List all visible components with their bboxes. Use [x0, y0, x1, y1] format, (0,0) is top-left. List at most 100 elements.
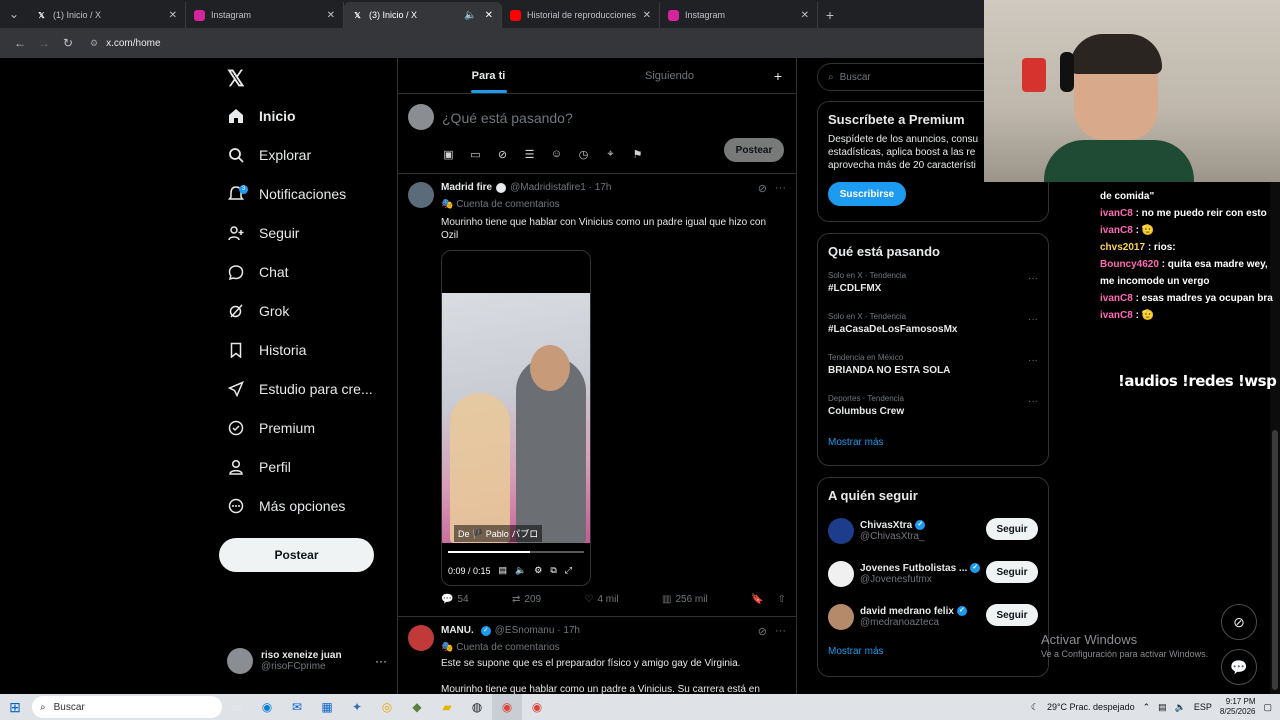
- trend-item[interactable]: Solo en X · Tendencia #LaCasaDeLosFamosos…: [828, 306, 1038, 347]
- share-icon[interactable]: ⇧: [778, 594, 786, 605]
- pip-icon[interactable]: ⧉: [550, 565, 556, 576]
- follow-button[interactable]: Seguir: [986, 518, 1038, 540]
- nav-item-explorar[interactable]: Explorar: [227, 142, 311, 168]
- forward-icon[interactable]: →: [32, 36, 56, 50]
- edge-icon[interactable]: ◉: [252, 694, 282, 720]
- x-logo-icon[interactable]: 𝕏: [227, 66, 245, 92]
- nav-item-chat[interactable]: Chat: [227, 259, 289, 285]
- timestamp[interactable]: 17h: [595, 182, 612, 193]
- timestamp[interactable]: 17h: [563, 625, 580, 636]
- more-icon[interactable]: ···: [775, 625, 786, 638]
- scrollbar-thumb[interactable]: [1272, 430, 1278, 690]
- notifications-icon[interactable]: ▢: [1263, 702, 1272, 713]
- url-field[interactable]: ⚙ x.com/home: [90, 38, 161, 49]
- subscribe-button[interactable]: Suscribirse: [828, 182, 906, 206]
- site-info-icon[interactable]: ⚙: [90, 38, 98, 49]
- gif-icon[interactable]: ▭: [467, 148, 484, 161]
- nav-item-seguir[interactable]: Seguir: [227, 220, 299, 246]
- browser-tab-1[interactable]: Instagram ✕: [186, 2, 344, 28]
- location-icon[interactable]: ⌖: [602, 148, 619, 161]
- repost-button[interactable]: ⇄ 209: [512, 594, 541, 605]
- author-name[interactable]: Madrid fire: [441, 182, 492, 193]
- browser-tab-2[interactable]: 𝕏 (3) Inicio / X 🔈 ✕: [344, 2, 502, 28]
- tab-siguiendo[interactable]: Siguiendo: [579, 58, 760, 93]
- close-icon[interactable]: ✕: [643, 10, 651, 21]
- close-icon[interactable]: ✕: [169, 10, 177, 21]
- tab-search-icon[interactable]: ⌄: [0, 0, 28, 28]
- obs-icon[interactable]: ◍: [462, 694, 492, 720]
- nav-item-notificaciones[interactable]: 3 Notificaciones: [227, 181, 346, 207]
- nav-item-historia[interactable]: Historia: [227, 337, 306, 363]
- follow-suggestion[interactable]: david medrano felix ✓ @medranoazteca Seguir: [828, 595, 1038, 638]
- chevron-up-icon[interactable]: ⌃: [1143, 702, 1151, 713]
- avatar[interactable]: [828, 560, 854, 587]
- more-icon[interactable]: ···: [1028, 273, 1038, 284]
- close-icon[interactable]: ✕: [485, 10, 493, 21]
- taskbar-search[interactable]: ⌕ Buscar: [32, 696, 222, 718]
- nav-item-perfil[interactable]: Perfil: [227, 454, 291, 480]
- new-tab-button[interactable]: +: [818, 2, 842, 28]
- account-switcher[interactable]: riso xeneize juan @risoFCprime ···: [227, 648, 387, 674]
- app-icon[interactable]: ◆: [402, 694, 432, 720]
- chrome-icon[interactable]: ◉: [492, 694, 522, 720]
- grok-icon[interactable]: ⊘: [494, 148, 511, 161]
- tweet[interactable]: Madrid fire @Madridistafire1 · 17h ⊘ ··· …: [398, 174, 796, 617]
- store-icon[interactable]: ▦: [312, 694, 342, 720]
- avatar[interactable]: [408, 182, 434, 208]
- composer-post-button[interactable]: Postear: [724, 138, 784, 162]
- bookmark-button[interactable]: 🔖 ⇧: [751, 594, 786, 605]
- post-button[interactable]: Postear: [219, 538, 374, 572]
- reply-button[interactable]: 💬 54: [441, 594, 469, 605]
- follow-button[interactable]: Seguir: [986, 604, 1038, 626]
- folder-icon[interactable]: ▰: [432, 694, 462, 720]
- chrome-icon[interactable]: ◉: [522, 694, 552, 720]
- chat-fab-button[interactable]: 💬: [1221, 649, 1257, 685]
- reload-icon[interactable]: ↻: [56, 36, 80, 50]
- settings-icon[interactable]: ⚙: [534, 565, 542, 576]
- more-icon[interactable]: ···: [1028, 314, 1038, 325]
- captions-icon[interactable]: ▤: [499, 565, 508, 576]
- trend-item[interactable]: Tendencia en México BRIANDA NO ESTA SOLA ·…: [828, 347, 1038, 388]
- nav-item-premium[interactable]: Premium: [227, 415, 315, 441]
- app-icon[interactable]: ✦: [342, 694, 372, 720]
- grok-icon[interactable]: ⊘: [758, 625, 767, 638]
- like-button[interactable]: ♡ 4 mil: [585, 594, 619, 605]
- video-player[interactable]: De 🏴 Pablo パブロ 0:09 / 0:15 ▤ 🔈 ⚙ ⧉ ⤢: [441, 250, 591, 586]
- views-button[interactable]: ▥ 256 mil: [662, 594, 708, 605]
- nav-item-estudio[interactable]: Estudio para cre...: [227, 376, 373, 402]
- close-icon[interactable]: ✕: [801, 10, 809, 21]
- windows-start-icon[interactable]: ⊞: [0, 699, 30, 716]
- tweet[interactable]: MANU. ✓ @ESnomanu · 17h ⊘ ··· 🎭 Cuenta de…: [398, 617, 796, 694]
- author-handle[interactable]: @Madridistafire1: [510, 182, 586, 193]
- tab-para-ti[interactable]: Para ti: [398, 58, 579, 93]
- avatar[interactable]: [828, 517, 854, 544]
- author-name[interactable]: MANU.: [441, 625, 474, 636]
- fullscreen-icon[interactable]: ⤢: [565, 565, 572, 576]
- speaker-icon[interactable]: 🔈: [464, 10, 476, 21]
- add-tab-icon[interactable]: +: [760, 58, 796, 93]
- volume-icon[interactable]: 🔈: [515, 565, 526, 576]
- flag-icon[interactable]: ⚑: [629, 148, 646, 161]
- more-icon[interactable]: ···: [1028, 396, 1038, 407]
- browser-tab-0[interactable]: 𝕏 (1) Inicio / X ✕: [28, 2, 186, 28]
- show-more-link[interactable]: Mostrar más: [828, 437, 1038, 448]
- task-view-icon[interactable]: ▭: [222, 694, 252, 720]
- grok-icon[interactable]: ⊘: [758, 182, 767, 195]
- more-icon[interactable]: ···: [775, 182, 786, 195]
- browser-tab-4[interactable]: Instagram ✕: [660, 2, 818, 28]
- trend-item[interactable]: Deportes · Tendencia Columbus Crew ···: [828, 388, 1038, 429]
- language-indicator[interactable]: ESP: [1194, 702, 1212, 712]
- nav-item-mas-opciones[interactable]: Más opciones: [227, 493, 345, 519]
- grok-fab-button[interactable]: ⊘: [1221, 604, 1257, 640]
- mail-icon[interactable]: ✉: [282, 694, 312, 720]
- trend-item[interactable]: Solo en X · Tendencia #LCDLFMX ···: [828, 265, 1038, 306]
- follow-suggestion[interactable]: ChivasXtra ✓ @ChivasXtra_ Seguir: [828, 509, 1038, 552]
- video-progress[interactable]: [448, 551, 584, 553]
- close-icon[interactable]: ✕: [327, 10, 335, 21]
- more-icon[interactable]: ···: [1028, 355, 1038, 366]
- network-icon[interactable]: ▤: [1158, 702, 1167, 713]
- app-icon[interactable]: ◎: [372, 694, 402, 720]
- composer-input[interactable]: ¿Qué está pasando?: [442, 110, 573, 126]
- volume-icon[interactable]: 🔈: [1175, 702, 1186, 713]
- schedule-icon[interactable]: ◷: [575, 148, 592, 161]
